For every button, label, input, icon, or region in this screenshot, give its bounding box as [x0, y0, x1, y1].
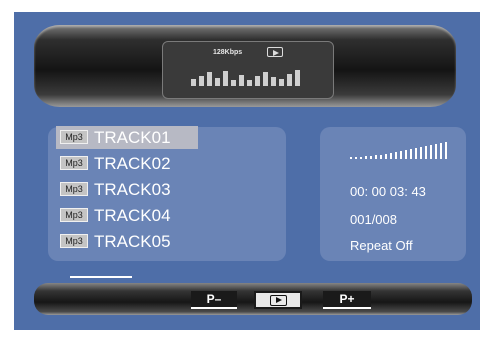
progress-line [70, 276, 132, 278]
header-bar: 128Kbps [34, 25, 456, 107]
track-name: TRACK03 [94, 180, 171, 199]
info-display: 128Kbps [162, 41, 334, 99]
player-screen: 128Kbps Mp3 TRACK01 Mp3 TRACK02 Mp3 TRAC… [14, 12, 480, 330]
bitrate-label: 128Kbps [213, 49, 243, 56]
next-page-button[interactable]: P+ [323, 291, 371, 309]
track-name: TRACK01 [94, 128, 171, 147]
mp3-badge: Mp3 [60, 208, 88, 222]
control-bar: P– P+ [34, 283, 472, 315]
track-name: TRACK05 [94, 232, 171, 251]
mp3-badge: Mp3 [60, 234, 88, 248]
track-item[interactable]: Mp3 TRACK03 [56, 178, 198, 201]
track-item[interactable]: Mp3 TRACK05 [56, 230, 198, 253]
track-counter: 001/008 [350, 212, 397, 227]
track-item[interactable]: Mp3 TRACK04 [56, 204, 198, 227]
track-item[interactable]: Mp3 TRACK02 [56, 152, 198, 175]
volume-bars-icon [350, 142, 447, 159]
elapsed-time: 00: 00 03: 43 [350, 184, 426, 199]
mp3-badge: Mp3 [60, 130, 88, 144]
equalizer-icon [191, 70, 300, 86]
play-button[interactable] [254, 291, 302, 309]
mp3-badge: Mp3 [60, 156, 88, 170]
play-icon [270, 295, 287, 306]
track-item[interactable]: Mp3 TRACK01 [56, 126, 198, 149]
prev-page-button[interactable]: P– [191, 291, 237, 309]
track-name: TRACK04 [94, 206, 171, 225]
track-name: TRACK02 [94, 154, 171, 173]
repeat-status: Repeat Off [350, 238, 413, 253]
play-icon [267, 47, 283, 57]
mp3-badge: Mp3 [60, 182, 88, 196]
status-panel: 00: 00 03: 43 001/008 Repeat Off [320, 127, 466, 261]
